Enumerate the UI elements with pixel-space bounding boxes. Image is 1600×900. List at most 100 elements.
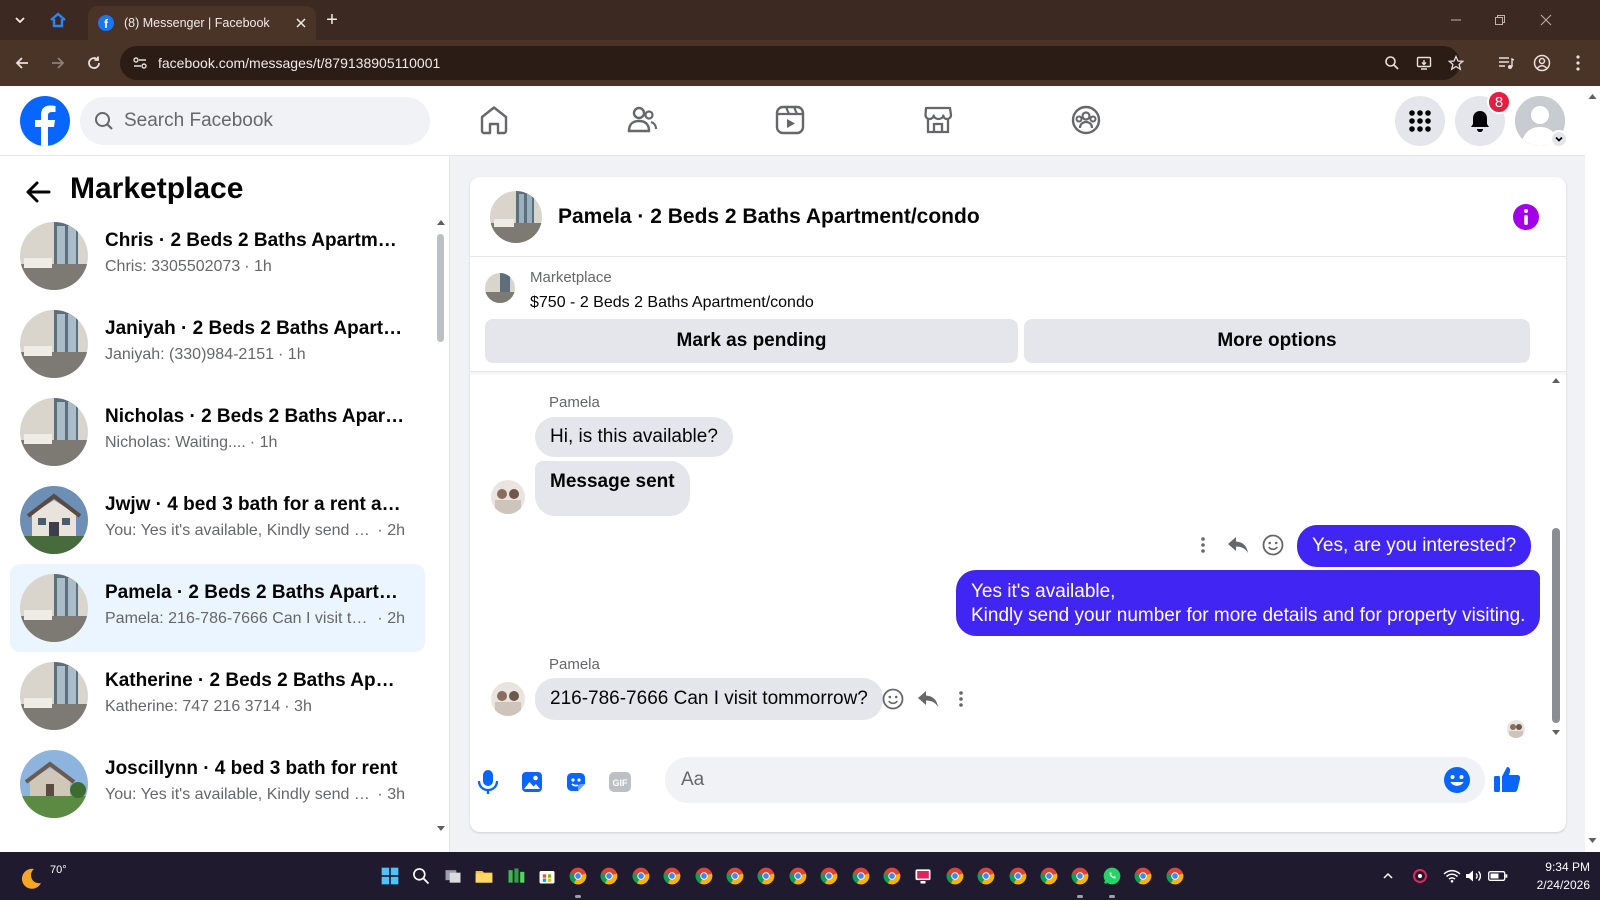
clock-time[interactable]: 9:34 PM [1520, 860, 1590, 874]
message-scrollbar[interactable] [1550, 373, 1562, 748]
reply-icon[interactable] [1225, 532, 1251, 558]
listing-thumbnail[interactable] [485, 273, 515, 303]
whatsapp-icon[interactable] [1100, 864, 1124, 888]
sidebar-scrollbar[interactable] [435, 218, 445, 843]
conversation-item[interactable]: Nicholas · 2 Beds 2 Baths Apartment/cond… [10, 388, 425, 476]
chrome-icon[interactable] [974, 864, 998, 888]
chrome-icon[interactable] [597, 864, 621, 888]
friends-icon[interactable] [622, 100, 662, 140]
browser-menu-icon[interactable] [1566, 51, 1590, 75]
site-settings-icon[interactable] [132, 55, 148, 71]
message-input[interactable] [681, 769, 1431, 791]
search-bar[interactable] [80, 97, 430, 145]
chrome-icon[interactable] [1163, 864, 1187, 888]
outgoing-message[interactable]: Yes, are you interested? [1297, 525, 1532, 567]
notification-badge[interactable]: 8 [1487, 90, 1511, 114]
sender-avatar[interactable] [491, 682, 525, 716]
screen-tool-icon[interactable] [911, 864, 935, 888]
conversation-item[interactable]: Jwjw · 4 bed 3 bath for a rent a house Yo… [10, 476, 425, 564]
task-view-icon[interactable] [441, 864, 465, 888]
volume-icon[interactable] [1464, 866, 1484, 886]
reload-icon[interactable] [82, 51, 106, 75]
chrome-icon[interactable] [786, 864, 810, 888]
incoming-message[interactable]: Hi, is this available? [535, 417, 733, 457]
profile-icon[interactable] [1530, 51, 1554, 75]
chrome-icon[interactable] [1131, 864, 1155, 888]
conversation-item[interactable]: Pamela · 2 Beds 2 Baths Apartment/condo P… [10, 564, 425, 652]
conversation-item[interactable]: Janiyah · 2 Beds 2 Baths Apartment/condo… [10, 300, 425, 388]
bookmark-star-icon[interactable] [1444, 51, 1468, 75]
back-icon[interactable] [10, 51, 34, 75]
sender-avatar[interactable] [491, 480, 525, 514]
zillow-tab-icon[interactable] [46, 8, 70, 32]
gif-icon[interactable]: GIF [605, 767, 635, 797]
tab-search-chevron-icon[interactable] [8, 8, 32, 32]
sidebar-scroll-thumb[interactable] [437, 234, 444, 342]
chrome-icon[interactable] [817, 864, 841, 888]
app-green-icon[interactable] [504, 864, 528, 888]
start-menu-icon[interactable] [378, 864, 402, 888]
chrome-icon[interactable] [1037, 864, 1061, 888]
chrome-icon[interactable] [849, 864, 873, 888]
chrome-icon[interactable] [566, 864, 590, 888]
chrome-icon[interactable] [1006, 864, 1030, 888]
zoom-icon[interactable] [1380, 51, 1404, 75]
chrome-icon[interactable] [754, 864, 778, 888]
show-hidden-icons-chevron-icon[interactable] [1378, 866, 1398, 886]
facebook-logo-icon[interactable] [20, 96, 70, 146]
page-scrollbar[interactable] [1585, 86, 1600, 852]
url-text[interactable]: facebook.com/messages/t/879138905110001 [158, 55, 440, 71]
mark-as-pending-button[interactable]: Mark as pending [485, 319, 1018, 363]
restore-icon[interactable] [1490, 10, 1510, 30]
microphone-icon[interactable] [473, 767, 503, 797]
clock-date[interactable]: 2/24/2026 [1520, 878, 1590, 892]
chrome-icon[interactable] [660, 864, 684, 888]
incoming-message[interactable]: Message sent [535, 461, 690, 516]
tab-close-icon[interactable] [296, 18, 306, 28]
sticker-icon[interactable] [561, 767, 591, 797]
marketplace-icon[interactable] [918, 100, 958, 140]
tab-messenger[interactable]: f (8) Messenger | Facebook [88, 6, 316, 40]
incoming-message[interactable]: 216-786-7666 Can I visit tommorrow? [535, 678, 883, 720]
battery-icon[interactable] [1488, 866, 1508, 886]
store-icon[interactable] [535, 864, 559, 888]
chrome-icon[interactable] [880, 864, 904, 888]
home-icon[interactable] [474, 100, 514, 140]
chrome-icon[interactable] [692, 864, 716, 888]
chat-listing-avatar[interactable] [490, 191, 542, 243]
thumbs-up-icon[interactable] [1492, 764, 1522, 794]
file-explorer-icon[interactable] [472, 864, 496, 888]
conversation-item[interactable]: Chris · 2 Beds 2 Baths Apartment/condo Ch… [10, 212, 425, 300]
media-controls-icon[interactable] [1494, 51, 1518, 75]
more-options-button[interactable]: More options [1024, 319, 1530, 363]
address-bar[interactable]: facebook.com/messages/t/879138905110001 [120, 46, 1460, 80]
minimize-icon[interactable] [1446, 10, 1466, 30]
menu-grid-icon[interactable] [1395, 96, 1445, 146]
weather-widget[interactable]: 70° [18, 862, 67, 892]
tray-app-icon[interactable] [1410, 866, 1430, 886]
listing-description[interactable]: $750 - 2 Beds 2 Baths Apartment/condo [530, 294, 814, 312]
conversation-item[interactable]: Katherine · 2 Beds 2 Baths Apartment/con… [10, 652, 425, 740]
react-smiley-icon[interactable] [1260, 532, 1286, 558]
back-arrow-icon[interactable] [22, 176, 54, 208]
more-actions-icon[interactable] [948, 686, 974, 712]
close-window-icon[interactable] [1536, 10, 1556, 30]
message-input-wrapper[interactable] [665, 757, 1485, 803]
chrome-icon[interactable] [629, 864, 653, 888]
new-tab-button[interactable]: + [320, 8, 344, 32]
chrome-icon[interactable] [943, 864, 967, 888]
search-taskbar-icon[interactable] [409, 864, 433, 888]
install-app-icon[interactable] [1412, 51, 1436, 75]
conversation-item[interactable]: Joscillynn · 4 bed 3 bath for rent You: Y… [10, 740, 425, 828]
chat-title[interactable]: Pamela · 2 Beds 2 Baths Apartment/condo [558, 205, 980, 229]
reply-icon[interactable] [915, 686, 941, 712]
wifi-icon[interactable] [1442, 866, 1462, 886]
photo-icon[interactable] [517, 767, 547, 797]
info-icon[interactable] [1512, 203, 1540, 231]
chrome-icon[interactable] [1068, 864, 1092, 888]
search-input[interactable] [124, 110, 404, 132]
react-smiley-icon[interactable] [880, 686, 906, 712]
more-actions-icon[interactable] [1190, 532, 1216, 558]
forward-icon[interactable] [46, 51, 70, 75]
emoji-icon[interactable] [1443, 766, 1471, 794]
